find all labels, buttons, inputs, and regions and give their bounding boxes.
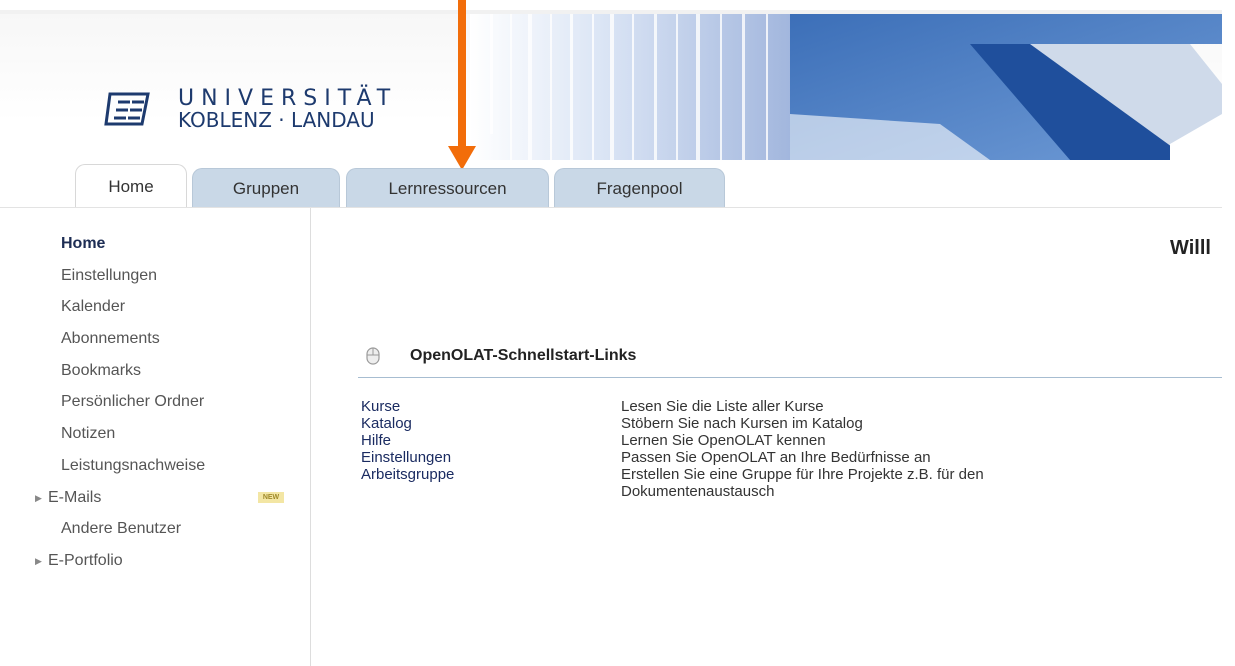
sidebar-nav: Home Einstellungen Kalender Abonnements … (0, 232, 284, 581)
sidebar-item-andere-benutzer[interactable]: Andere Benutzer (0, 517, 205, 549)
tab-home[interactable]: Home (75, 164, 187, 208)
link-description: Stöbern Sie nach Kursen im Katalog (621, 415, 863, 432)
link-katalog[interactable]: Katalog (361, 415, 412, 432)
logo-line-koblenz-landau: KOBLENZ · LANDAU (178, 108, 375, 132)
quickstart-links: Kurse Lesen Sie die Liste aller Kurse Ka… (361, 398, 1211, 500)
sidebar-item-kalender[interactable]: Kalender (0, 295, 205, 327)
university-logo: UNIVERSITÄT KOBLENZ · LANDAU (104, 82, 424, 142)
list-item: Kurse Lesen Sie die Liste aller Kurse (361, 398, 1211, 415)
sidebar-item-notizen[interactable]: Notizen (0, 422, 205, 454)
link-kurse[interactable]: Kurse (361, 398, 400, 415)
sidebar-item-persoenlicher-ordner[interactable]: Persönlicher Ordner (0, 390, 205, 422)
mouse-icon (366, 347, 380, 365)
list-item: Katalog Stöbern Sie nach Kursen im Katal… (361, 415, 1211, 432)
link-description: Lesen Sie die Liste aller Kurse (621, 398, 824, 415)
link-hilfe[interactable]: Hilfe (361, 432, 391, 449)
sidebar-item-leistungsnachweise[interactable]: Leistungsnachweise (0, 454, 205, 486)
sidebar-item-e-portfolio[interactable]: ▶ E-Portfolio (0, 549, 205, 581)
quickstart-title: OpenOLAT-Schnellstart-Links (410, 347, 637, 364)
top-strip (0, 0, 1222, 14)
link-description: Erstellen Sie eine Gruppe für Ihre Proje… (621, 466, 984, 483)
quickstart-header: OpenOLAT-Schnellstart-Links (358, 343, 1222, 378)
tab-lernressourcen[interactable]: Lernressourcen (346, 168, 549, 208)
list-item: Dokumentenaustausch (361, 483, 1211, 500)
sidebar-item-einstellungen[interactable]: Einstellungen (0, 264, 205, 296)
tab-fragenpool[interactable]: Fragenpool (554, 168, 725, 208)
list-item: Einstellungen Passen Sie OpenOLAT an Ihr… (361, 449, 1211, 466)
expand-triangle-icon[interactable]: ▶ (35, 549, 42, 573)
header-banner (470, 14, 1222, 160)
expand-triangle-icon[interactable]: ▶ (35, 486, 42, 510)
link-description: Lernen Sie OpenOLAT kennen (621, 432, 826, 449)
link-description: Passen Sie OpenOLAT an Ihre Bedürfnisse … (621, 449, 931, 466)
main-tabs: Home Gruppen Lernressourcen Fragenpool (0, 164, 1222, 208)
orange-arrow-icon (448, 0, 476, 170)
new-badge: NEW (258, 491, 284, 503)
list-item: Arbeitsgruppe Erstellen Sie eine Gruppe … (361, 466, 1211, 483)
welcome-heading: Willl (1170, 237, 1211, 259)
tab-gruppen[interactable]: Gruppen (192, 168, 340, 208)
sidebar-item-abonnements[interactable]: Abonnements (0, 327, 205, 359)
link-description-continued: Dokumentenaustausch (621, 483, 775, 500)
link-arbeitsgruppe[interactable]: Arbeitsgruppe (361, 466, 454, 483)
sidebar: Home Einstellungen Kalender Abonnements … (0, 208, 311, 666)
university-logo-icon (104, 92, 150, 126)
sidebar-item-home[interactable]: Home (0, 232, 205, 264)
list-item: Hilfe Lernen Sie OpenOLAT kennen (361, 432, 1211, 449)
sidebar-item-bookmarks[interactable]: Bookmarks (0, 359, 205, 391)
sidebar-item-e-mails[interactable]: ▶ E-Mails NEW (0, 486, 284, 518)
link-einstellungen[interactable]: Einstellungen (361, 449, 451, 466)
